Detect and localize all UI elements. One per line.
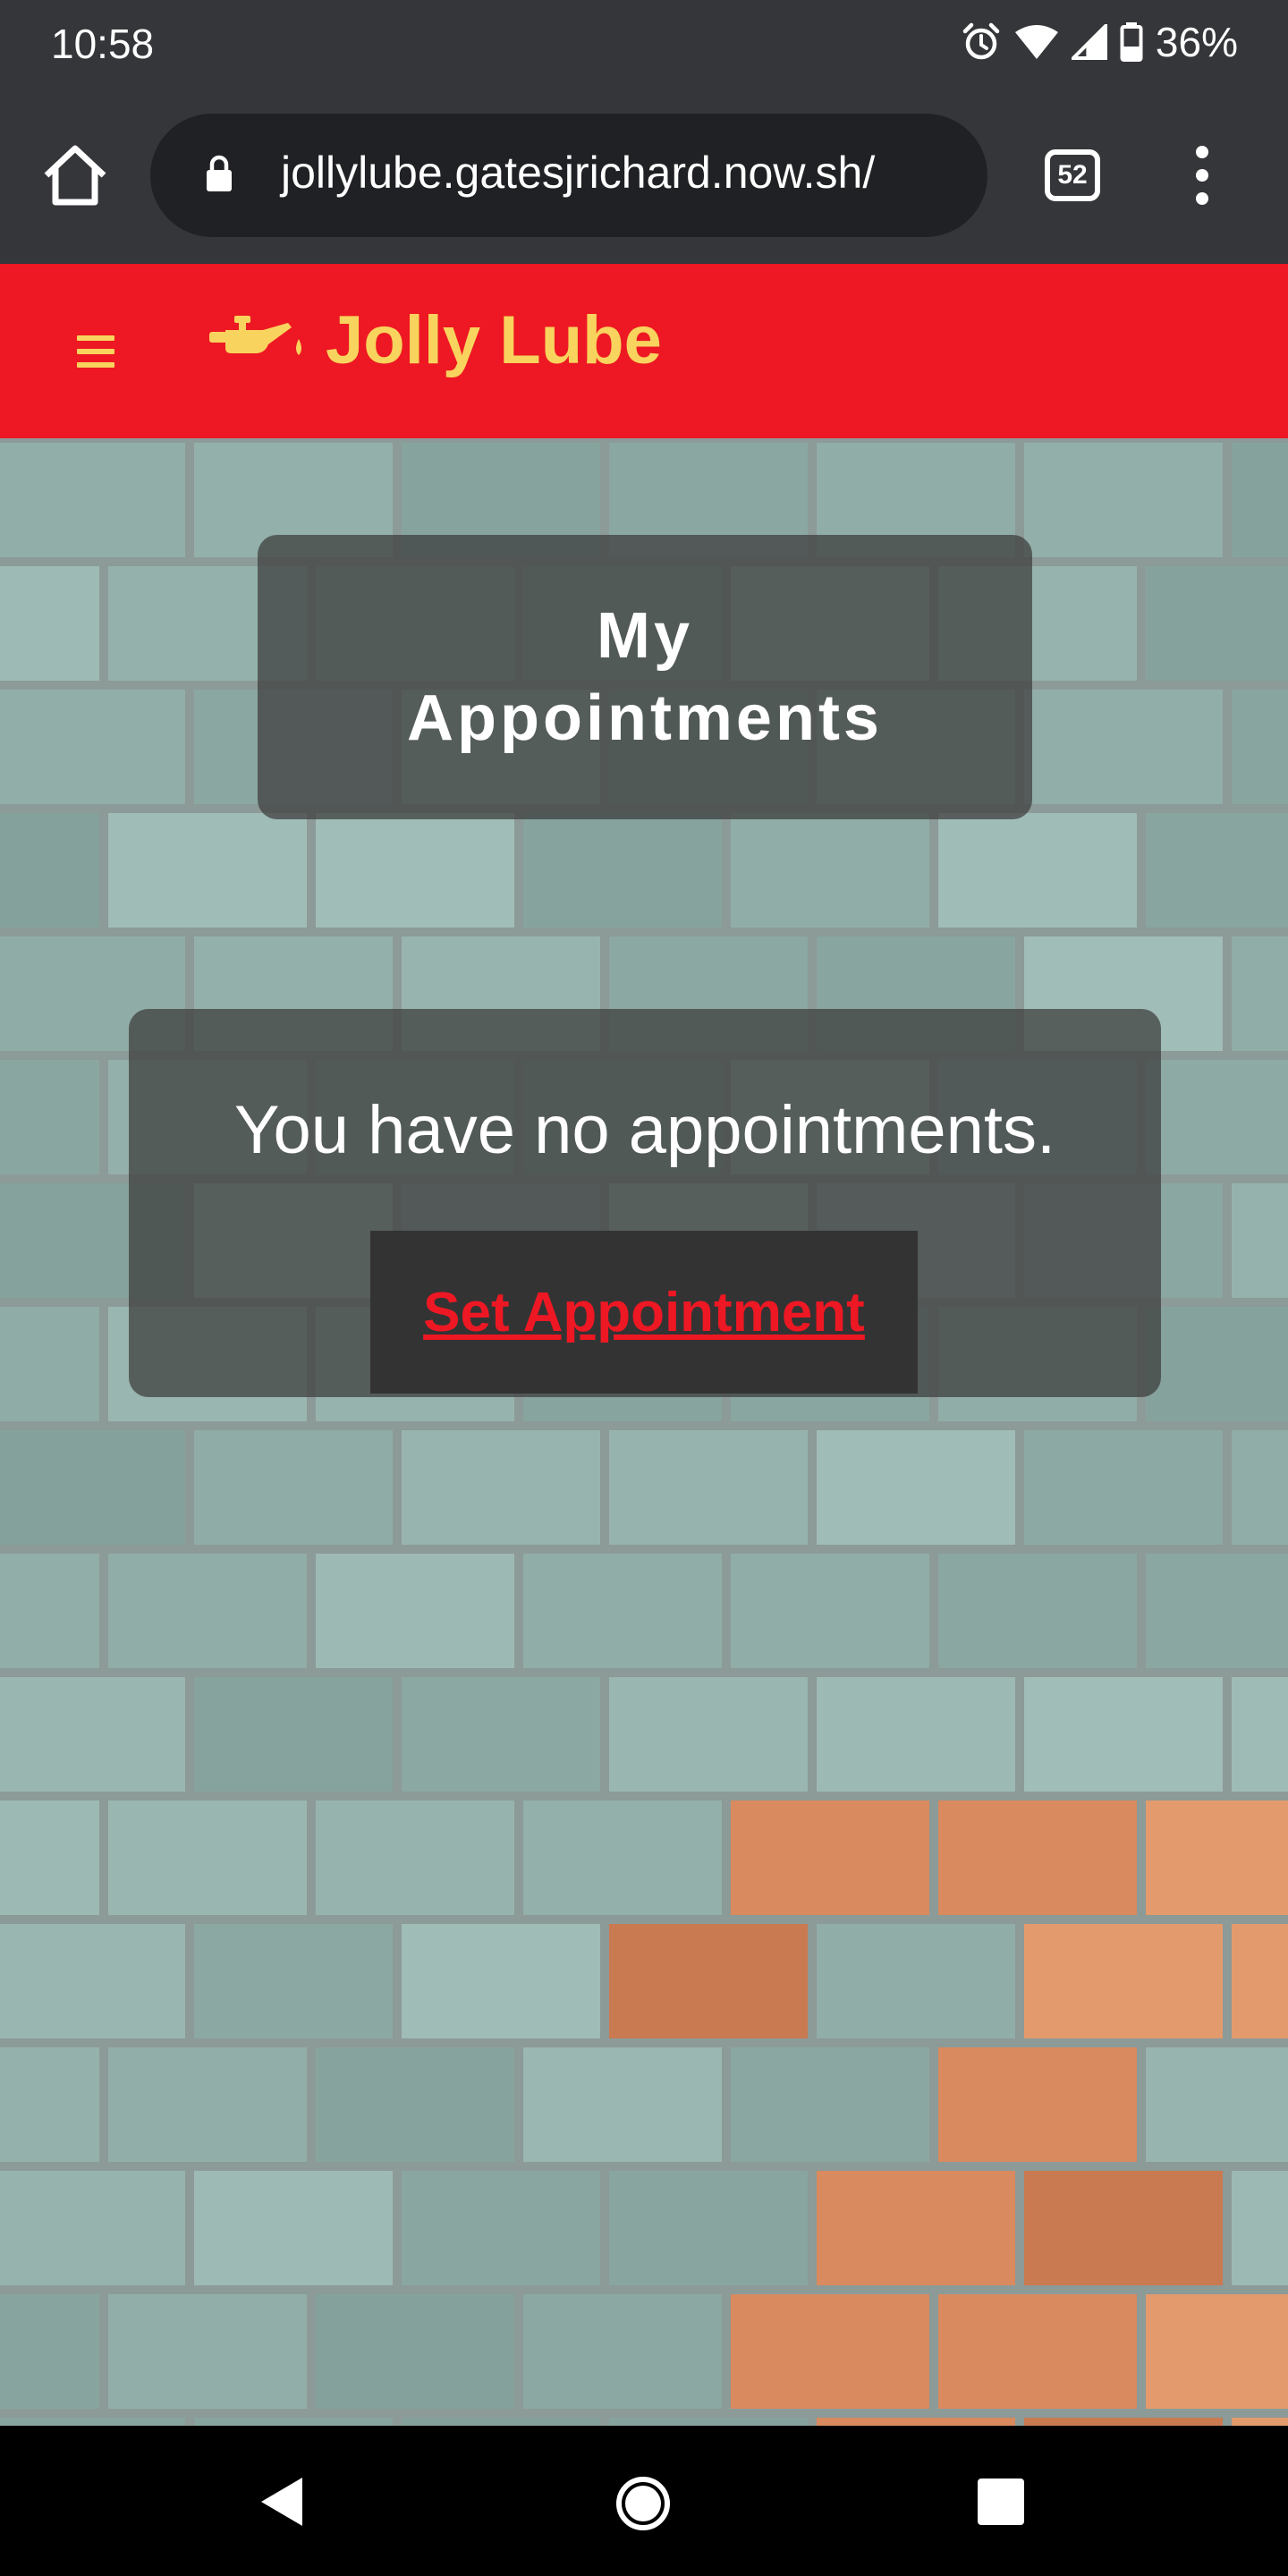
set-appointment-button[interactable]: Set Appointment [370,1231,918,1394]
oil-can-icon [209,315,301,355]
wifi-icon [1014,25,1058,59]
navigation-bar [0,2426,1288,2576]
empty-state-card: You have no appointments. Set Appointmen… [129,1009,1161,1397]
battery-percent: 36% [1155,19,1238,65]
page-title-card: My Appointments [258,535,1032,819]
alarm-icon [962,22,1000,60]
app-header: Jolly Lube [0,264,1288,438]
set-appointment-link[interactable]: Set Appointment [423,1281,865,1344]
brand-name: Jolly Lube [326,302,662,378]
recent-apps-icon[interactable] [978,2479,1024,2525]
phone-screen: 10:58 36% jollylube.gatesjrichard.now.sh… [0,0,1288,2576]
status-time: 10:58 [51,21,155,67]
address-bar[interactable]: jollylube.gatesjrichard.now.sh/ [150,114,987,237]
battery-icon [1120,22,1143,62]
status-bar: 10:58 36% [0,0,1288,87]
tab-switcher-button[interactable]: 52 [1045,149,1100,201]
home-icon[interactable] [39,143,111,208]
home-circle-icon[interactable] [614,2475,672,2532]
overflow-menu-icon[interactable] [1182,146,1222,205]
lock-icon [207,155,232,191]
hamburger-menu-icon[interactable] [77,335,114,368]
url-text: jollylube.gatesjrichard.now.sh/ [281,148,876,198]
brand[interactable]: Jolly Lube [209,301,662,379]
status-icons: 36% [961,18,1238,66]
signal-icon [1071,24,1107,60]
main-content: My Appointments You have no appointments… [0,438,1288,2426]
browser-toolbar: jollylube.gatesjrichard.now.sh/ 52 [0,87,1288,264]
page-title: My Appointments [407,600,883,754]
empty-message: You have no appointments. [233,1092,1056,1168]
back-icon[interactable] [259,2476,304,2528]
